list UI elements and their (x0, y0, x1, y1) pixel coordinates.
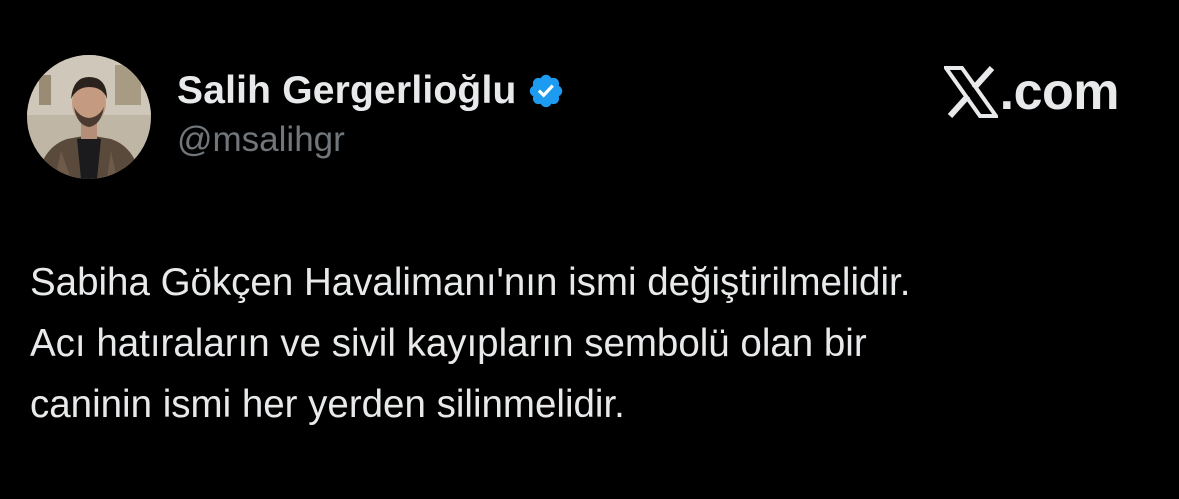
author-handle[interactable]: @msalihgr (177, 120, 565, 160)
brand-domain-text: .com (999, 63, 1120, 121)
author-info: Salih Gergerlioğlu @msalihgr (177, 66, 565, 160)
tweet-line: Acı hatıraların ve sivil kayıpların semb… (30, 322, 867, 365)
x-logo-icon (941, 65, 1000, 119)
verified-badge-icon (527, 72, 565, 110)
brand-watermark: .com (941, 62, 1120, 122)
tweet-card: Salih Gergerlioğlu @msalihgr .com Sabiha… (0, 0, 1179, 499)
tweet-line: caninin ismi her yerden silinmelidir. (30, 383, 625, 426)
tweet-text: Sabiha Gökçen Havalimanı'nın ismi değişt… (30, 252, 1150, 435)
tweet-line: Sabiha Gökçen Havalimanı'nın ismi değişt… (30, 261, 911, 304)
display-name[interactable]: Salih Gergerlioğlu (177, 69, 517, 113)
name-row: Salih Gergerlioğlu (177, 66, 565, 116)
avatar[interactable] (27, 55, 151, 179)
avatar-photo (27, 55, 151, 179)
